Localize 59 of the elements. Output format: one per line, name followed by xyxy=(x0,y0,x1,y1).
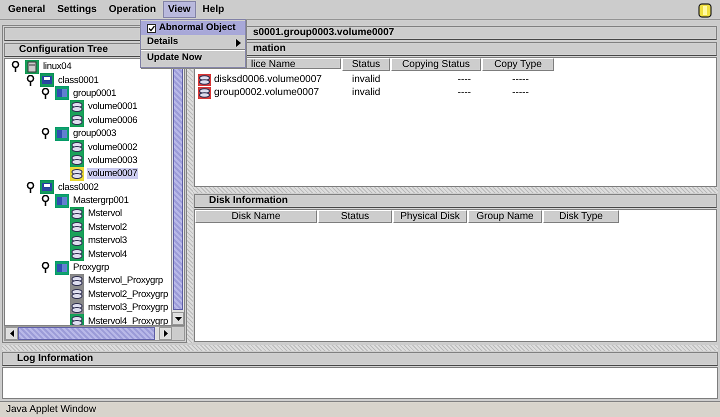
column-header[interactable]: Physical Disk xyxy=(393,210,467,223)
tree-item[interactable]: class0002 xyxy=(57,182,100,193)
menu-item[interactable]: View xyxy=(162,1,196,18)
column-header[interactable]: Disk Name xyxy=(195,210,317,223)
panel-header: Log Information xyxy=(2,352,718,366)
table-cell: invalid xyxy=(352,87,380,98)
column-header[interactable]: Copy Type xyxy=(482,58,554,71)
tree-item[interactable]: mstervol3 xyxy=(87,235,128,246)
cylinder-icon[interactable] xyxy=(698,2,712,18)
table-cell: ----- xyxy=(512,74,529,85)
tree-item[interactable]: volume0001 xyxy=(87,101,138,112)
scrollbar-corner xyxy=(172,327,184,340)
expander-icon[interactable] xyxy=(26,182,35,193)
tree-item[interactable]: Mastergrp001 xyxy=(72,195,130,206)
tree-item[interactable]: mstervol3_Proxygrp xyxy=(87,302,169,314)
tree-item[interactable]: Mstervol xyxy=(87,208,123,220)
column-header[interactable]: Group Name xyxy=(468,210,542,223)
tree-item[interactable]: class0001 xyxy=(57,74,100,86)
table-cell: ---- xyxy=(458,74,471,85)
tree-item[interactable]: volume0003 xyxy=(87,154,138,166)
table-cell: ---- xyxy=(458,87,471,98)
tree-item[interactable]: volume0002 xyxy=(87,142,138,153)
tree-item[interactable]: group0001 xyxy=(72,88,118,99)
expander-icon[interactable] xyxy=(41,128,50,140)
expander-icon[interactable] xyxy=(41,88,50,99)
tree-item[interactable]: Mstervol2 xyxy=(87,222,128,233)
tree-item[interactable]: Mstervol2_Proxygrp xyxy=(87,288,169,300)
expander-icon[interactable] xyxy=(26,74,35,86)
tree-item[interactable]: volume0007 xyxy=(87,168,138,180)
menu-item[interactable]: Help xyxy=(198,1,230,18)
table-cell: ----- xyxy=(512,87,529,98)
tree-item[interactable]: group0003 xyxy=(72,128,118,140)
horizontal-scrollbar[interactable] xyxy=(4,326,185,341)
tree-item[interactable]: Mstervol_Proxygrp xyxy=(87,275,164,286)
tree-item[interactable]: Mstervol4 xyxy=(87,248,128,260)
column-header[interactable]: Status xyxy=(318,210,392,223)
expander-icon[interactable] xyxy=(41,262,50,274)
expander-icon[interactable] xyxy=(41,195,50,206)
tree-item[interactable]: linux04 xyxy=(42,61,72,72)
right-arrow-icon[interactable] xyxy=(164,330,168,337)
submenu-arrow-icon xyxy=(236,39,241,47)
table-cell: disksd0006.volume0007 xyxy=(214,74,322,85)
menu-item[interactable]: Settings xyxy=(52,1,102,18)
left-arrow-icon[interactable] xyxy=(10,330,14,337)
table-cell: invalid xyxy=(352,74,380,85)
column-header[interactable]: Disk Type xyxy=(543,210,619,223)
column-header[interactable]: Copying Status xyxy=(391,58,481,71)
table-cell: group0002.volume0007 xyxy=(214,87,320,98)
expander-icon[interactable] xyxy=(11,61,20,72)
menu-option[interactable]: Abnormal Object xyxy=(141,21,245,35)
menu-item[interactable]: General xyxy=(3,1,50,18)
status-bar: Java Applet Window xyxy=(0,401,720,417)
checkbox-icon[interactable] xyxy=(147,24,156,32)
panel-header: Disk Information xyxy=(194,194,717,208)
column-header[interactable]: Status xyxy=(342,58,390,71)
down-arrow-icon[interactable] xyxy=(174,316,182,320)
tree-item[interactable]: volume0006 xyxy=(87,114,138,126)
tree-item[interactable]: Proxygrp xyxy=(72,262,110,274)
menu-item[interactable]: Operation xyxy=(104,1,161,18)
